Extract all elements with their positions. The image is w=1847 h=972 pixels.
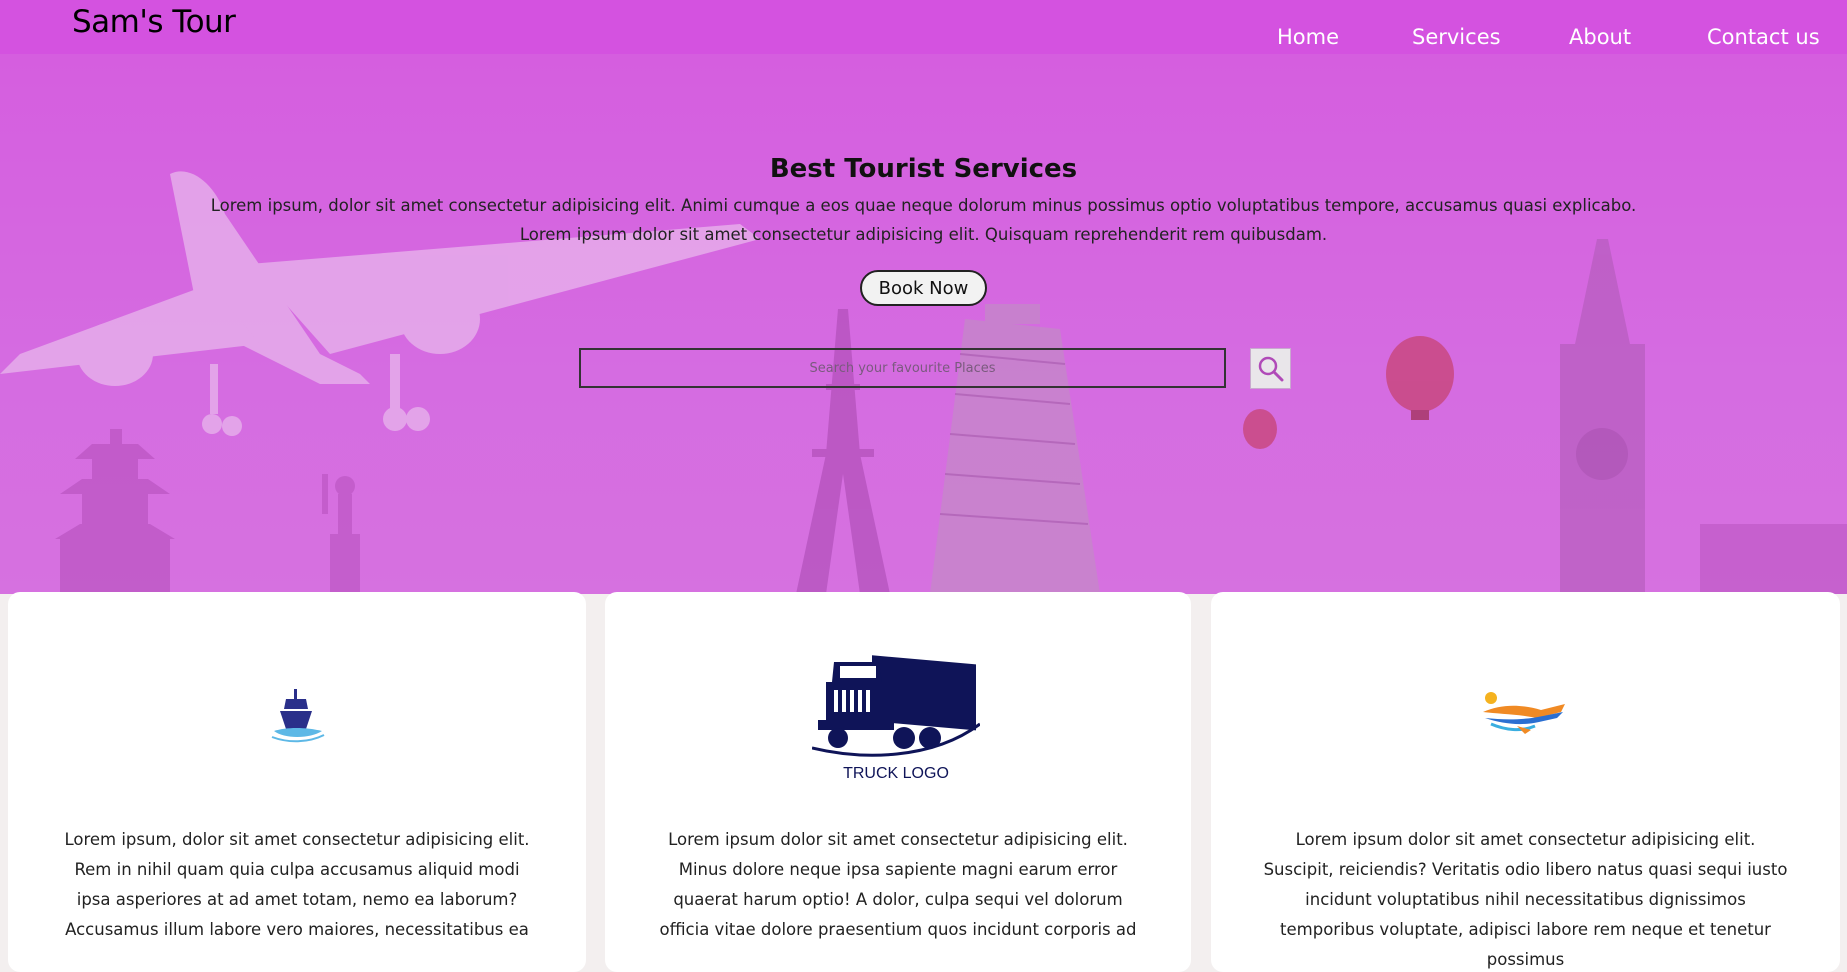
hero-title: Best Tourist Services xyxy=(769,154,1078,184)
service-card-truck: TRUCK LOGO Lorem ipsum dolor sit amet co… xyxy=(605,592,1191,972)
service-card-airplane: Lorem ipsum dolor sit amet consectetur a… xyxy=(1211,592,1840,972)
hero-description-line-1: Lorem ipsum, dolor sit amet consectetur … xyxy=(210,196,1637,215)
book-now-button[interactable]: Book Now xyxy=(860,270,987,306)
nav-about-link[interactable]: About xyxy=(1569,25,1631,49)
search-icon xyxy=(1258,356,1283,381)
service-card-text: Lorem ipsum dolor sit amet consectetur a… xyxy=(659,830,1137,939)
airplane-logo-icon xyxy=(1483,692,1565,734)
navbar: Sam's Tour Home Services About Contact u… xyxy=(0,0,1847,54)
nav-contact-link[interactable]: Contact us xyxy=(1707,25,1820,49)
ship-icon xyxy=(271,689,325,743)
service-card-ship: Lorem ipsum, dolor sit amet consectetur … xyxy=(8,592,586,972)
hero-description-line-2: Lorem ipsum dolor sit amet consectetur a… xyxy=(519,225,1328,244)
search-button[interactable] xyxy=(1250,348,1291,389)
nav-home-link[interactable]: Home xyxy=(1277,25,1339,49)
search-input[interactable] xyxy=(579,348,1226,388)
hero-section: Best Tourist Services Lorem ipsum, dolor… xyxy=(0,54,1847,594)
nav-services-link[interactable]: Services xyxy=(1412,25,1501,49)
service-card-text: Lorem ipsum, dolor sit amet consectetur … xyxy=(64,830,530,939)
truck-logo: TRUCK LOGO xyxy=(812,655,980,782)
hero-background-landmarks xyxy=(0,171,1847,594)
truck-logo-text: TRUCK LOGO xyxy=(843,765,949,782)
brand-logo[interactable]: Sam's Tour xyxy=(72,4,236,40)
service-card-text: Lorem ipsum dolor sit amet consectetur a… xyxy=(1263,830,1788,969)
